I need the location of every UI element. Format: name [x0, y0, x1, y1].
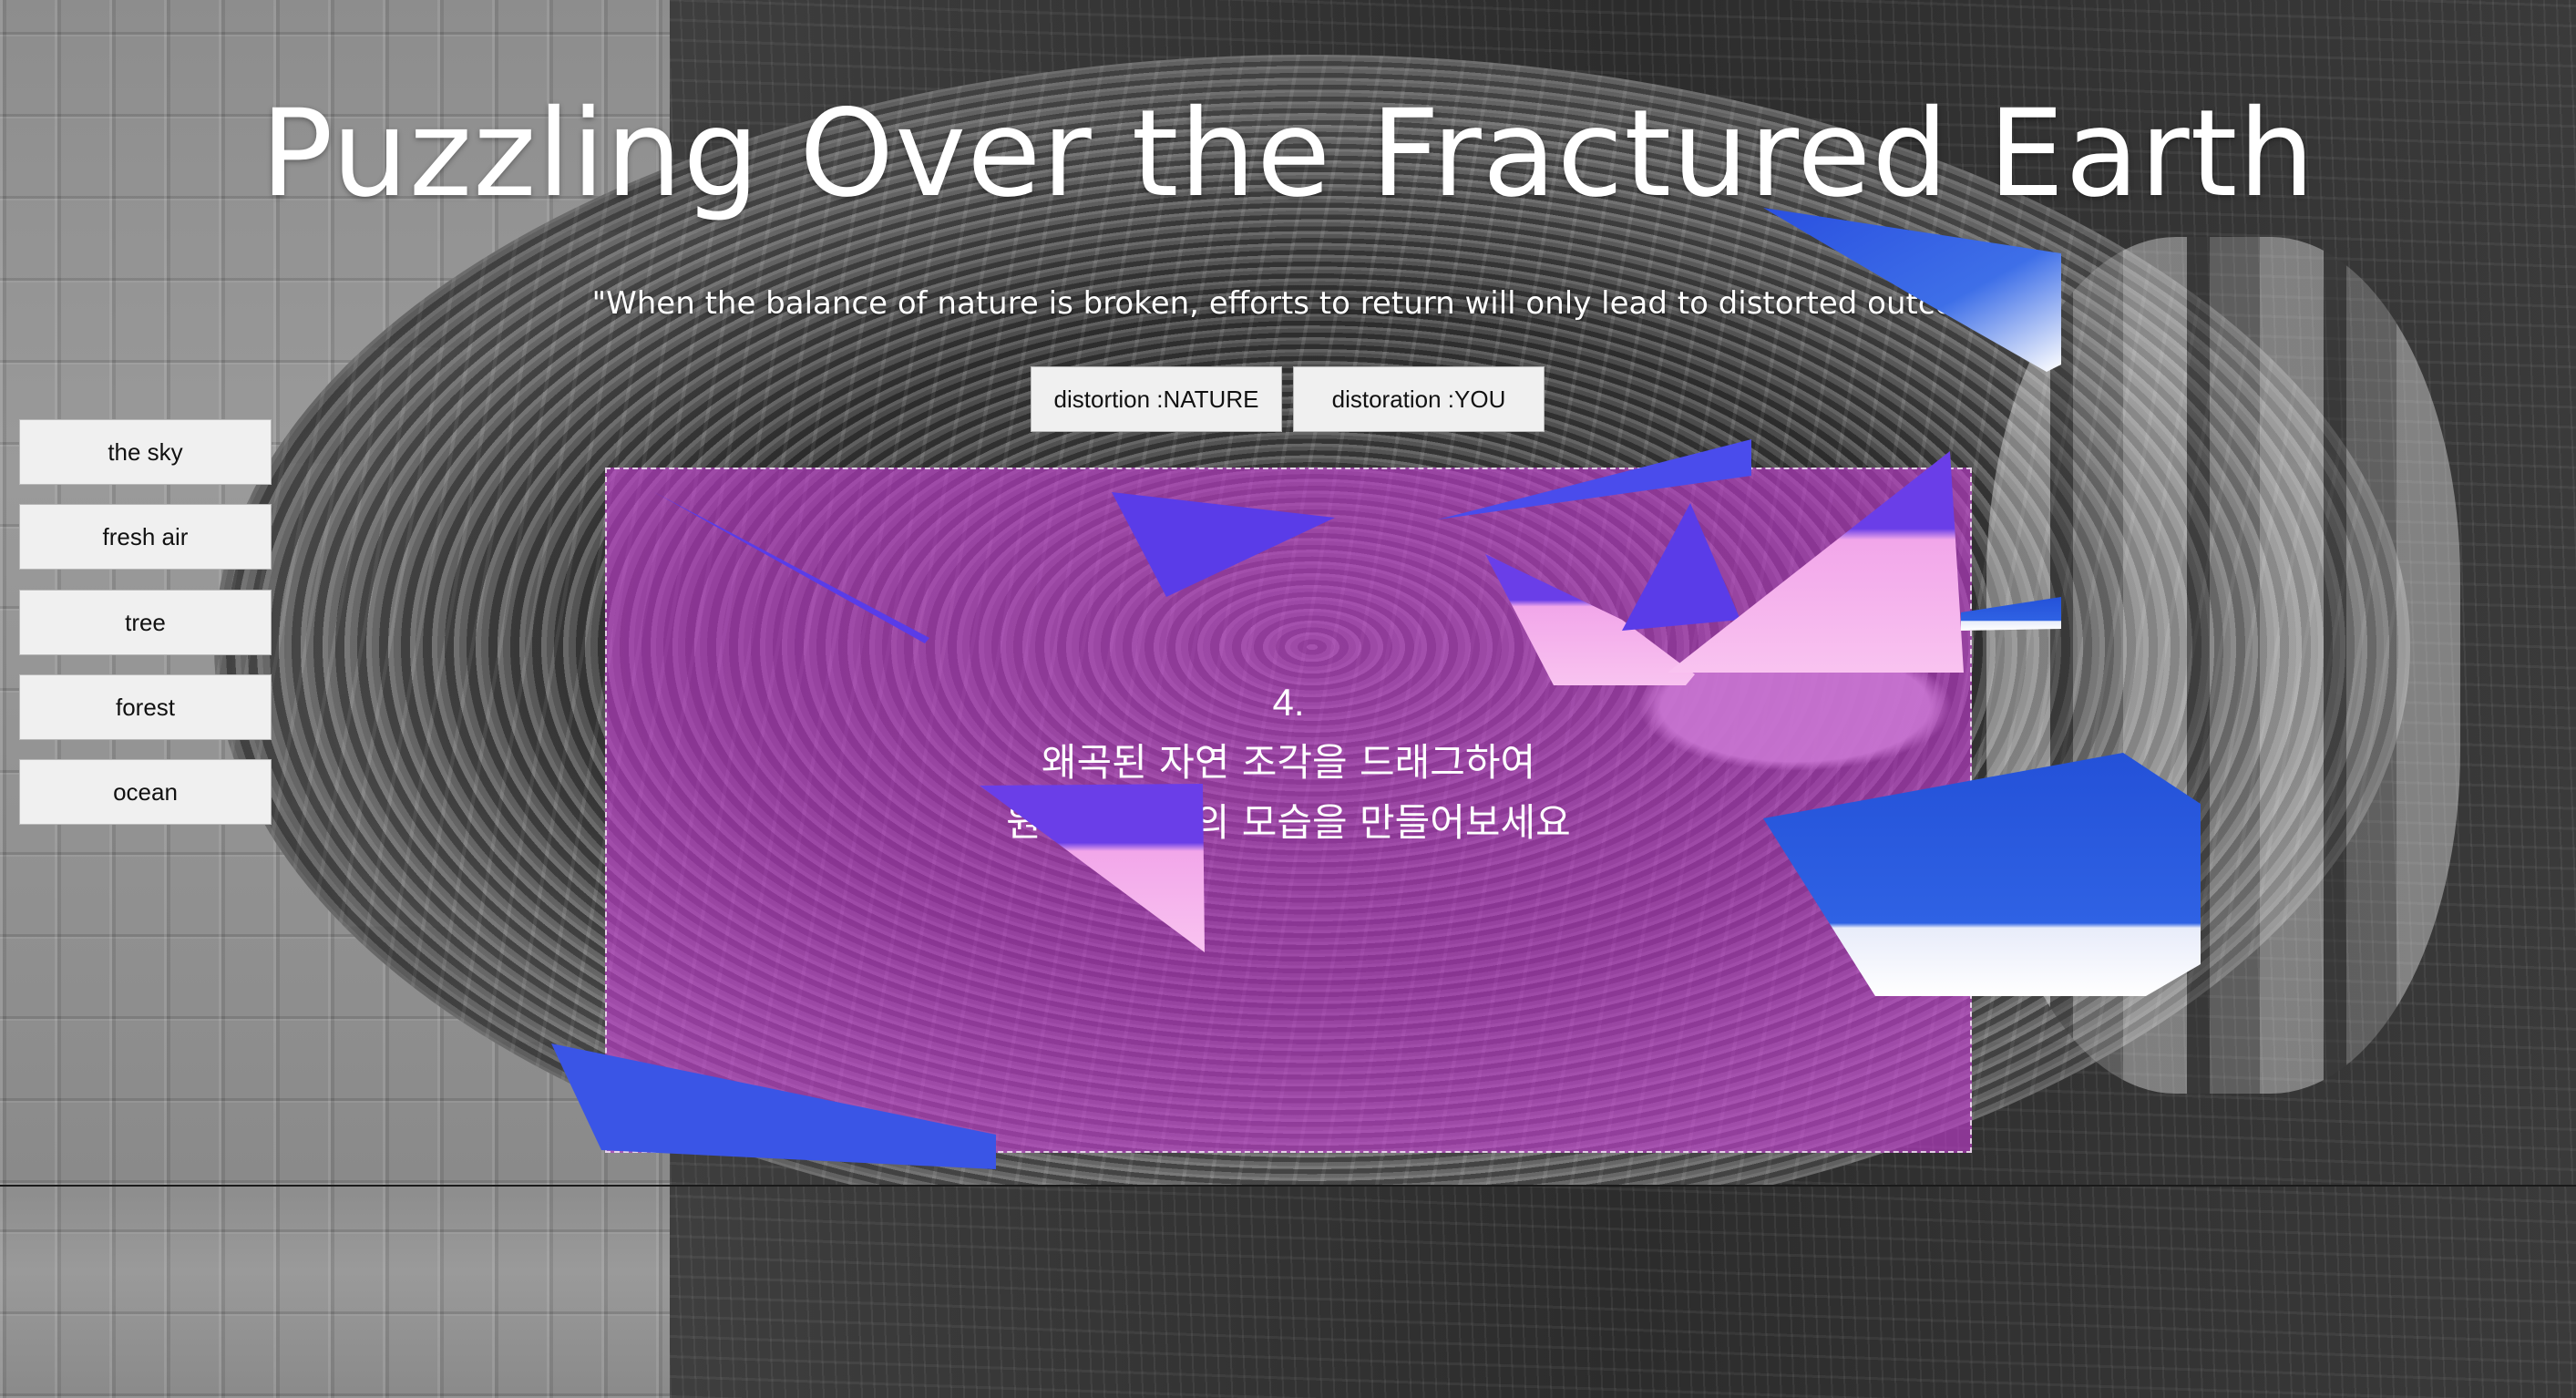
dark-terrain-band-lower: [670, 1187, 2576, 1398]
quote-text: "When the balance of nature is broken, e…: [591, 285, 1985, 322]
step-number: 4.: [1272, 681, 1305, 724]
distortion-you-button[interactable]: distoration :YOU: [1293, 366, 1545, 432]
page-title: Puzzling Over the Fractured Earth: [260, 84, 2316, 224]
piece-button-forest[interactable]: forest: [19, 674, 272, 740]
distortion-nature-button[interactable]: distortion :NATURE: [1031, 366, 1282, 432]
instruction-line-1: 왜곡된 자연 조각을 드래그하여: [1041, 740, 1536, 785]
piece-button-ocean[interactable]: ocean: [19, 759, 272, 825]
background-lower: [0, 1187, 2576, 1398]
piece-button-the-sky[interactable]: the sky: [19, 419, 272, 485]
piece-button-fresh-air[interactable]: fresh air: [19, 504, 272, 570]
piece-button-tree[interactable]: tree: [19, 590, 272, 655]
embossed-texture-lower: [0, 1187, 670, 1398]
instruction-text: 4. 왜곡된 자연 조각을 드래그하여 원래의 자연의 모습을 만들어보세요: [924, 673, 1653, 853]
